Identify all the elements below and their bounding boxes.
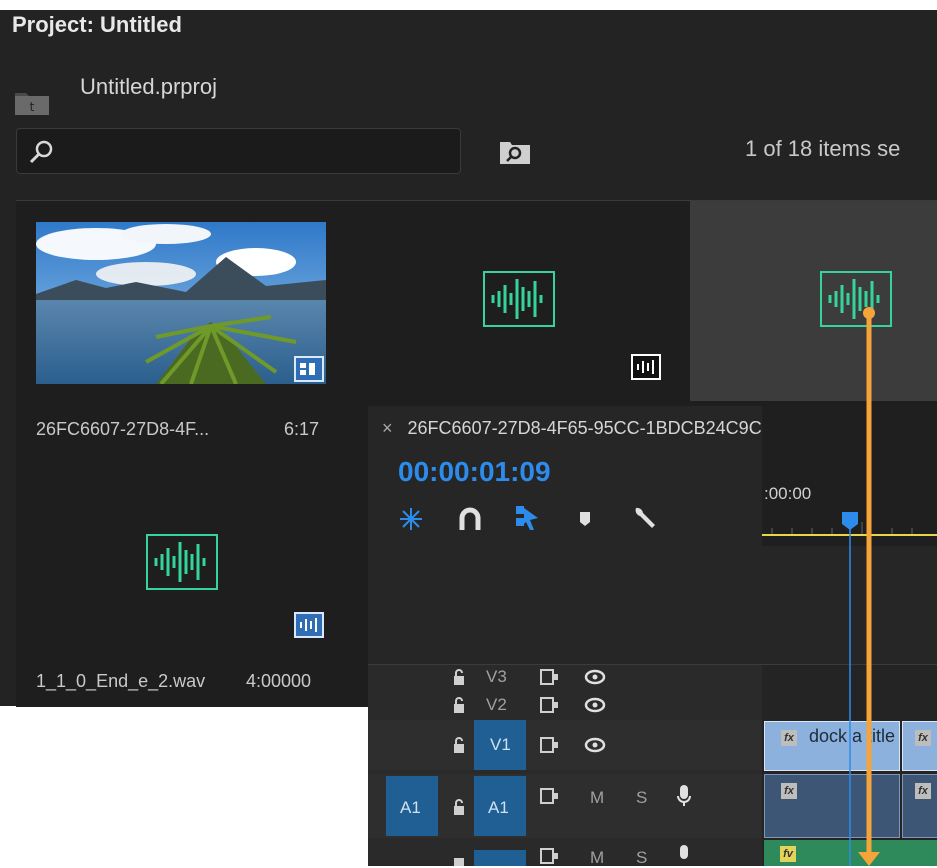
sync-lock-icon[interactable] — [540, 669, 560, 685]
search-icon — [29, 140, 53, 164]
bin-item[interactable]: 1_1_0_End_e_2.wav 4:00000 — [16, 457, 352, 707]
bin-item[interactable]: 26FC6607-27D8-4F... 6:17 — [16, 201, 352, 456]
fx-badge: fx — [915, 783, 931, 799]
track-a2[interactable]: M S — [368, 842, 762, 868]
audio-badge-icon — [294, 612, 324, 638]
bin-item[interactable] — [353, 201, 689, 401]
track-a1[interactable]: A1 A1 M S — [368, 774, 762, 838]
fx-badge: fx — [781, 783, 797, 799]
sync-lock-icon[interactable] — [540, 697, 560, 713]
search-input[interactable] — [16, 128, 461, 174]
fx-badge: fx — [781, 730, 797, 746]
folder-up-icon[interactable]: t — [14, 86, 50, 116]
magnet-icon[interactable] — [458, 506, 482, 532]
new-bin-icon[interactable] — [498, 136, 532, 166]
mute-button[interactable]: M — [590, 848, 604, 868]
video-clip[interactable]: fx — [902, 721, 937, 771]
audio-clip[interactable]: fx — [902, 774, 937, 838]
time-ruler[interactable] — [762, 406, 937, 546]
project-title: Project: Untitled — [12, 12, 182, 37]
eye-icon[interactable] — [584, 697, 606, 713]
audio-badge-icon — [631, 354, 661, 380]
eye-icon[interactable] — [584, 669, 606, 685]
track-v1[interactable]: V1 — [368, 720, 762, 770]
sequence-thumbnail — [36, 222, 326, 384]
linked-selection-icon[interactable] — [514, 504, 540, 532]
mute-button[interactable]: M — [590, 788, 604, 808]
lock-icon[interactable] — [452, 696, 466, 714]
track-label: V1 — [490, 735, 511, 754]
track-label: V3 — [486, 667, 507, 686]
video-clip[interactable]: fx dock a title — [764, 721, 900, 771]
snap-icon[interactable] — [398, 506, 424, 532]
fx-badge: fx — [915, 730, 931, 746]
track-label: A1 — [488, 798, 509, 817]
lock-icon[interactable] — [452, 798, 466, 816]
timeline-panel: × 26FC6607-27D8-4F65-95CC-1BDCB24C9C29 ≡… — [368, 406, 937, 868]
clip-title: dock a title — [809, 726, 896, 746]
ruler-time-label: :00:00 — [764, 484, 812, 503]
project-file-name: Untitled.prproj — [80, 74, 217, 99]
track-v3[interactable]: V3 — [368, 664, 762, 690]
sync-lock-icon[interactable] — [540, 737, 560, 753]
lock-icon[interactable] — [452, 668, 466, 686]
bin-item-name: 26FC6607-27D8-4F... — [36, 419, 210, 439]
sequence-tab[interactable]: × 26FC6607-27D8-4F65-95CC-1BDCB24C9C29 ≡ — [382, 418, 805, 439]
bin-item-name: 1_1_0_End_e_2.wav — [36, 671, 206, 691]
track-v2[interactable]: V2 — [368, 692, 762, 718]
wrench-icon[interactable] — [630, 504, 656, 532]
lock-icon[interactable] — [452, 736, 466, 754]
bin-item-selected[interactable] — [690, 201, 937, 401]
mic-icon[interactable] — [676, 844, 692, 866]
mic-icon[interactable] — [676, 784, 692, 808]
sync-lock-icon[interactable] — [540, 788, 560, 804]
close-icon[interactable]: × — [382, 418, 393, 438]
track-target-a2[interactable] — [474, 850, 526, 866]
svg-text:t: t — [30, 100, 35, 114]
audio-waveform-icon — [483, 271, 555, 327]
sequence-name: 26FC6607-27D8-4F65-95CC-1BDCB24C9C29 — [407, 418, 782, 438]
lock-icon[interactable] — [452, 854, 466, 866]
playhead-timecode[interactable]: 00:00:01:09 — [398, 456, 551, 488]
sync-lock-icon[interactable] — [540, 848, 560, 864]
fx-badge: fv — [780, 846, 796, 862]
eye-icon[interactable] — [584, 737, 606, 753]
audio-waveform-icon — [820, 271, 892, 327]
audio-clip-green[interactable]: fv — [764, 840, 937, 866]
track-area: V3 V2 V1 A1 A1 M S M S fx dock a title f… — [368, 664, 937, 868]
solo-button[interactable]: S — [636, 788, 647, 808]
item-count: 1 of 18 items se — [745, 136, 901, 161]
source-patch-label: A1 — [400, 798, 421, 817]
bin-item-duration: 6:17 — [284, 419, 320, 439]
solo-button[interactable]: S — [636, 848, 647, 868]
sequence-badge-icon — [294, 356, 324, 382]
audio-clip[interactable]: fx — [764, 774, 900, 838]
audio-waveform-icon — [146, 534, 218, 590]
track-label: V2 — [486, 695, 507, 714]
bin-item-duration: 4:00000 — [246, 671, 312, 691]
marker-icon[interactable] — [578, 510, 592, 528]
